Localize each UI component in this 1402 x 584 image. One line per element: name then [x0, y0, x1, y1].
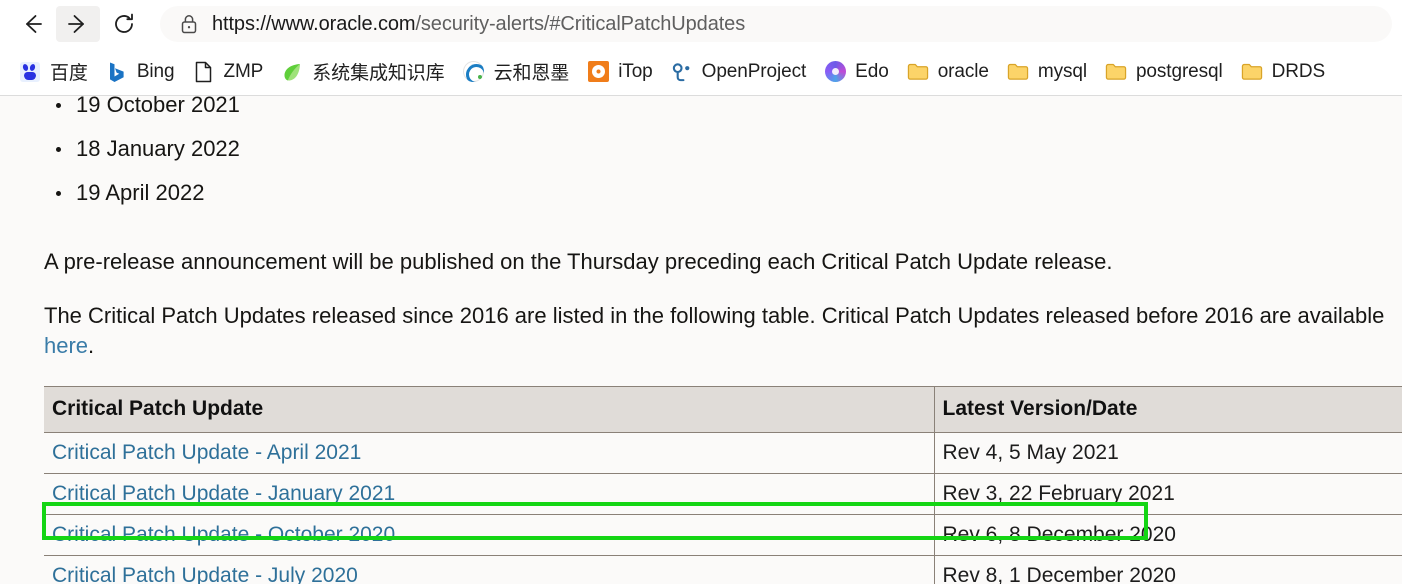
table-row: Critical Patch Update - July 2020 Rev 8,…	[44, 555, 1402, 584]
forward-button[interactable]	[56, 6, 100, 42]
url-path: /security-alerts/#CriticalPatchUpdates	[415, 12, 746, 35]
page-content: 19 October 2021 18 January 2022 19 April…	[0, 96, 1402, 584]
bookmark-itop[interactable]: iTop	[578, 55, 661, 89]
bookmark-label: iTop	[618, 60, 653, 82]
table-header-row: Critical Patch Update Latest Version/Dat…	[44, 386, 1402, 433]
folder-icon	[1105, 61, 1127, 83]
bookmark-label: Bing	[136, 60, 175, 82]
bookmark-label: 系统集成知识库	[312, 63, 445, 84]
bookmark-label: mysql	[1037, 60, 1087, 82]
bookmark-openproject[interactable]: OpenProject	[662, 55, 816, 89]
folder-icon	[1007, 61, 1029, 83]
bookmark-label: postgresql	[1135, 60, 1223, 82]
reload-button[interactable]	[102, 6, 146, 42]
bookmark-yunhe-enmo[interactable]: 云和恩墨	[454, 55, 579, 89]
bookmark-label: oracle	[937, 60, 989, 82]
leaf-icon	[281, 61, 303, 83]
bookmark-baidu[interactable]: 百度	[10, 55, 97, 89]
browser-chrome: https://www.oracle.com/security-alerts/#…	[0, 0, 1402, 96]
bookmark-folder-mysql[interactable]: mysql	[998, 55, 1096, 89]
paragraph-text-after: .	[88, 333, 95, 358]
itop-icon	[587, 61, 609, 83]
cpu-link[interactable]: Critical Patch Update - October 2020	[52, 523, 395, 546]
bookmark-label: 百度	[50, 63, 88, 84]
column-header-cpu: Critical Patch Update	[44, 386, 935, 433]
table-row: Critical Patch Update - April 2021 Rev 4…	[44, 432, 1402, 474]
table-intro-paragraph: The Critical Patch Updates released sinc…	[44, 301, 1402, 361]
address-bar[interactable]: https://www.oracle.com/security-alerts/#…	[160, 6, 1392, 42]
folder-icon	[907, 61, 929, 83]
bookmark-label: ZMP	[223, 60, 264, 82]
prerelease-paragraph: A pre-release announcement will be publi…	[44, 249, 1113, 274]
arrow-right-icon	[64, 10, 92, 38]
release-date-list: 19 October 2021 18 January 2022 19 April…	[44, 96, 1402, 215]
list-item: 18 January 2022	[56, 127, 1402, 171]
yunhe-enmo-icon	[463, 61, 485, 83]
bookmark-bing[interactable]: Bing	[97, 55, 184, 89]
critical-patch-update-table: Critical Patch Update Latest Version/Dat…	[44, 386, 1402, 584]
baidu-icon	[19, 61, 41, 83]
bookmark-label: OpenProject	[701, 60, 807, 82]
cpu-link[interactable]: Critical Patch Update - April 2021	[52, 441, 361, 464]
bookmark-folder-oracle[interactable]: oracle	[898, 55, 998, 89]
bookmark-label: DRDS	[1271, 60, 1326, 82]
arrow-left-icon	[18, 10, 46, 38]
document-icon	[192, 61, 214, 83]
cpu-link[interactable]: Critical Patch Update - July 2020	[52, 564, 358, 584]
column-header-version-date: Latest Version/Date	[934, 386, 1402, 433]
bookmarks-bar: 百度 Bing ZMP 系统集成知识库 云和恩墨 iTop OpenProjec…	[0, 48, 1402, 95]
bookmark-zmp[interactable]: ZMP	[183, 55, 272, 89]
openproject-icon	[671, 61, 693, 83]
bing-icon	[106, 61, 128, 83]
bookmark-folder-postgresql[interactable]: postgresql	[1096, 55, 1232, 89]
cpu-version-cell: Rev 3, 22 February 2021	[934, 473, 1402, 515]
browser-toolbar: https://www.oracle.com/security-alerts/#…	[0, 0, 1402, 48]
reload-icon	[110, 10, 138, 38]
page-viewport: 19 October 2021 18 January 2022 19 April…	[0, 96, 1402, 584]
cpu-name-cell: Critical Patch Update - April 2021	[44, 432, 935, 474]
table-row: Critical Patch Update - October 2020 Rev…	[44, 514, 1402, 556]
lock-icon	[176, 13, 202, 35]
bookmark-system-integration-kb[interactable]: 系统集成知识库	[272, 55, 453, 89]
table-row-highlighted: Critical Patch Update - January 2021 Rev…	[44, 473, 1402, 515]
cpu-name-cell: Critical Patch Update - January 2021	[44, 473, 935, 515]
cpu-name-cell: Critical Patch Update - October 2020	[44, 514, 935, 556]
cpu-link[interactable]: Critical Patch Update - January 2021	[52, 482, 395, 505]
folder-icon	[1241, 61, 1263, 83]
bookmark-edo[interactable]: Edo	[815, 55, 898, 89]
cpu-version-cell: Rev 6, 8 December 2020	[934, 514, 1402, 556]
cpu-version-cell: Rev 8, 1 December 2020	[934, 555, 1402, 584]
bookmark-label: 云和恩墨	[493, 63, 570, 84]
bookmark-folder-drds[interactable]: DRDS	[1232, 55, 1334, 89]
cpu-version-cell: Rev 4, 5 May 2021	[934, 432, 1402, 474]
paragraph-text-before: The Critical Patch Updates released sinc…	[44, 303, 1385, 328]
list-item: 19 October 2021	[56, 96, 1402, 127]
list-item: 19 April 2022	[56, 171, 1402, 215]
url-text: https://www.oracle.com/security-alerts/#…	[212, 13, 745, 36]
here-link[interactable]: here	[44, 333, 88, 358]
bookmark-label: Edo	[855, 60, 889, 82]
edo-icon	[824, 61, 846, 83]
url-host: https://www.oracle.com	[212, 12, 416, 35]
back-button[interactable]	[10, 6, 54, 42]
cpu-name-cell: Critical Patch Update - July 2020	[44, 555, 935, 584]
